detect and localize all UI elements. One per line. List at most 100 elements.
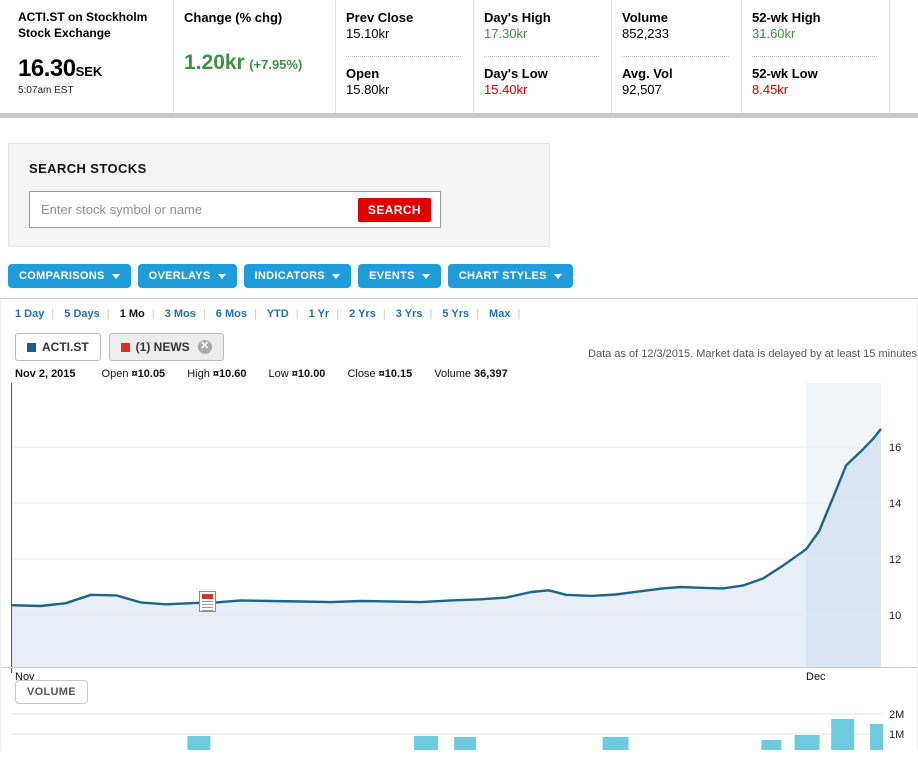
range-separator: | <box>295 308 299 320</box>
range-separator: | <box>51 308 55 320</box>
stat-column-prevclose-open: Prev Close 15.10kr Open 15.80kr <box>336 0 474 113</box>
stat-value: 31.60kr <box>752 26 796 41</box>
svg-text:2M: 2M <box>889 709 904 721</box>
ohlc-high: High ¤10.60 <box>187 368 247 380</box>
search-box: SEARCH <box>29 191 441 228</box>
range-separator: | <box>476 308 479 320</box>
range-selector: 1 Day | 5 Days | 1 Mo | 3 Mos | 6 Mos | YTD | … <box>1 299 917 320</box>
change-column: Change (% chg) 1.20kr (+7.95%) <box>174 0 336 113</box>
series-color-swatch-icon <box>27 342 36 352</box>
stat-label: Volume <box>622 10 668 25</box>
svg-text:12: 12 <box>889 554 901 566</box>
range-separator: | <box>106 308 110 320</box>
news-event-marker-icon[interactable] <box>199 591 216 612</box>
stat-value: 17.30kr <box>484 26 528 41</box>
caret-down-icon <box>111 273 120 279</box>
stat-label: Open <box>346 66 380 81</box>
last-price: 16.30 <box>18 55 76 83</box>
svg-text:10: 10 <box>889 610 901 622</box>
stat-value: 15.80kr <box>346 82 390 97</box>
range-5-yrs[interactable]: 5 Yrs <box>442 308 469 320</box>
stat-value: 92,507 <box>622 82 662 97</box>
svg-text:1M: 1M <box>889 729 904 741</box>
range-1-day[interactable]: 1 Day <box>15 308 44 320</box>
range-3-mos[interactable]: 3 Mos <box>165 308 196 320</box>
x-axis-strip: Nov Dec VOLUME <box>1 667 917 705</box>
range-3-yrs[interactable]: 3 Yrs <box>396 308 423 320</box>
volume-chart-svg: 1M 2M <box>11 709 904 756</box>
search-button[interactable]: SEARCH <box>357 198 431 222</box>
caret-down-icon <box>553 273 562 279</box>
indicators-button[interactable]: INDICATORS <box>243 264 351 288</box>
stat-value: 852,233 <box>622 26 669 41</box>
legend-symbol-pill[interactable]: ACTI.ST <box>15 333 101 361</box>
stat-label: Prev Close <box>346 10 414 25</box>
chart-toolbar: COMPARISONS OVERLAYS INDICATORS EVENTS C… <box>8 264 918 288</box>
price-currency: SEK <box>75 64 103 80</box>
stat-column-volume: Volume 852,233 Avg. Vol 92,507 <box>612 0 742 113</box>
range-2-yrs[interactable]: 2 Yrs <box>349 308 376 320</box>
range-separator: | <box>336 308 340 320</box>
button-label: OVERLAYS <box>148 270 211 282</box>
symbol-name: ACTI.ST on Stockholm Stock Exchange <box>18 10 148 40</box>
legend-news-pill[interactable]: (1) NEWS ✕ <box>108 333 224 361</box>
volume-toggle-pill[interactable]: VOLUME <box>15 680 88 704</box>
range-separator: | <box>202 308 206 320</box>
events-button[interactable]: EVENTS <box>357 264 441 288</box>
range-5-days[interactable]: 5 Days <box>64 308 99 320</box>
stat-label: 52-wk High <box>752 10 821 25</box>
stat-label: Day's Low <box>484 66 548 81</box>
button-label: COMPARISONS <box>19 270 105 282</box>
range-separator: | <box>429 308 433 320</box>
change-percent: (+7.95%) <box>249 57 303 72</box>
ohlc-volume: Volume 36,397 <box>434 368 508 380</box>
search-stocks-panel: SEARCH STOCKS SEARCH <box>8 143 550 247</box>
range-separator: | <box>382 308 386 320</box>
range-1-yr[interactable]: 1 Yr <box>309 308 330 320</box>
svg-text:14: 14 <box>889 498 901 510</box>
svg-text:16: 16 <box>889 442 901 454</box>
stat-column-52wk: 52-wk High 31.60kr 52-wk Low 8.45kr <box>742 0 890 113</box>
ohlc-date: Nov 2, 2015 <box>15 368 76 380</box>
stat-label: Day's High <box>484 10 551 25</box>
range-ytd[interactable]: YTD <box>267 308 289 320</box>
caret-down-icon <box>217 273 226 279</box>
close-icon[interactable]: ✕ <box>197 340 212 354</box>
x-axis-label-dec: Dec <box>806 671 826 683</box>
ohlc-low: Low ¤10.00 <box>268 368 326 380</box>
header-divider-bar <box>0 113 918 118</box>
price-chart[interactable]: 10 12 14 16 <box>1 383 917 667</box>
overlays-button[interactable]: OVERLAYS <box>137 264 237 288</box>
change-label: Change (% chg) <box>184 10 283 25</box>
button-label: INDICATORS <box>254 270 325 282</box>
ohlc-readout: Nov 2, 2015 Open ¤10.05 High ¤10.60 Low … <box>1 361 917 383</box>
range-separator: | <box>151 308 155 320</box>
ohlc-open: Open ¤10.05 <box>101 368 166 380</box>
ohlc-close: Close ¤10.15 <box>347 368 413 380</box>
comparisons-button[interactable]: COMPARISONS <box>8 264 131 288</box>
chart-styles-button[interactable]: CHART STYLES <box>447 264 573 288</box>
stat-value: 15.10kr <box>346 26 390 41</box>
range-1-mo[interactable]: 1 Mo <box>120 308 145 320</box>
quote-timestamp: 5:07am EST <box>18 85 74 97</box>
range-separator: | <box>253 308 257 320</box>
range-separator: | <box>517 308 521 320</box>
stat-column-days-high-low: Day's High 17.30kr Day's Low 15.40kr <box>474 0 612 113</box>
stat-value: 8.45kr <box>752 82 789 97</box>
range-6-mos[interactable]: 6 Mos <box>216 308 247 320</box>
legend-symbol-label: ACTI.ST <box>42 340 89 354</box>
legend-row: ACTI.ST (1) NEWS ✕ Data as of 12/3/2015.… <box>1 320 917 361</box>
chart-module: 1 Day | 5 Days | 1 Mo | 3 Mos | 6 Mos | YTD | … <box>0 298 918 756</box>
legend-news-label: (1) NEWS <box>135 340 190 354</box>
axis-tick <box>11 668 12 673</box>
data-delay-note: Data as of 12/3/2015. Market data is del… <box>588 348 917 360</box>
stat-label: 52-wk Low <box>752 66 818 81</box>
range-max[interactable]: Max <box>489 308 510 320</box>
volume-chart[interactable]: 1M 2M <box>1 705 917 756</box>
button-label: CHART STYLES <box>458 270 547 282</box>
quote-header: ACTI.ST on Stockholm Stock Exchange 16.3… <box>0 0 918 113</box>
caret-down-icon <box>421 273 430 279</box>
stat-value: 15.40kr <box>484 82 528 97</box>
button-label: EVENTS <box>368 270 415 282</box>
stat-label: Avg. Vol <box>622 66 673 81</box>
